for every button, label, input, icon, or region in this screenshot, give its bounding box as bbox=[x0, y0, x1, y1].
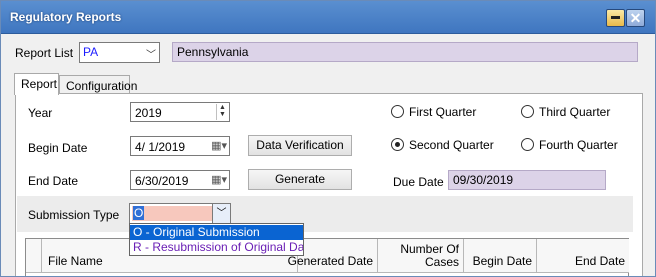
calendar-icon[interactable]: ▦▾ bbox=[211, 173, 227, 186]
end-date-label: End Date bbox=[28, 174, 79, 188]
second-quarter-label: Second Quarter bbox=[409, 138, 494, 152]
column-label-file-name: File Name bbox=[48, 254, 103, 268]
column-label-end-date: End Date bbox=[574, 254, 625, 268]
window-title: Regulatory Reports bbox=[10, 10, 122, 24]
close-icon[interactable]: ✕ bbox=[626, 9, 645, 27]
radio-first-quarter[interactable] bbox=[391, 105, 404, 118]
year-stepper[interactable]: 2019 ▲ ▼ bbox=[130, 102, 230, 122]
state-name-field: Pennsylvania bbox=[172, 42, 638, 62]
report-list-select[interactable]: PA ﹀ bbox=[79, 42, 160, 63]
begin-date-label: Begin Date bbox=[28, 141, 88, 155]
spin-arrows-icon[interactable]: ▲ ▼ bbox=[216, 104, 228, 120]
radio-third-quarter[interactable] bbox=[521, 105, 534, 118]
report-list-label: Report List bbox=[15, 46, 74, 60]
column-header-end-date[interactable]: End Date bbox=[537, 239, 629, 273]
data-verification-label: Data Verification bbox=[256, 138, 344, 152]
due-date-label: Due Date bbox=[393, 175, 444, 189]
column-header-number-of-cases[interactable]: Number Of Cases bbox=[378, 239, 464, 273]
generate-button[interactable]: Generate bbox=[248, 169, 352, 190]
dropdown-option-original[interactable]: O - Original Submission bbox=[130, 225, 303, 240]
state-name-value: Pennsylvania bbox=[177, 45, 249, 59]
end-date-value: 6/30/2019 bbox=[135, 174, 189, 188]
chevron-down-icon[interactable]: ﹀ bbox=[212, 204, 230, 223]
begin-date-value: 4/ 1/2019 bbox=[135, 140, 186, 154]
begin-date-picker[interactable]: 4/ 1/2019 ▦▾ bbox=[130, 136, 230, 156]
chevron-down-icon: ﹀ bbox=[146, 50, 156, 61]
column-header-begin-date[interactable]: Begin Date bbox=[464, 239, 537, 273]
regulatory-reports-window: Regulatory Reports ✕ Report List PA ﹀ Pe… bbox=[0, 0, 656, 277]
row-header-column bbox=[26, 239, 42, 273]
third-quarter-label: Third Quarter bbox=[539, 105, 611, 119]
year-label: Year bbox=[28, 106, 53, 120]
end-date-picker[interactable]: 6/30/2019 ▦▾ bbox=[130, 170, 230, 190]
submission-type-dropdown-list: O - Original Submission R - Resubmission… bbox=[129, 223, 304, 256]
tab-report-label: Report bbox=[21, 77, 58, 91]
year-value: 2019 bbox=[135, 106, 162, 120]
reports-table: File Name Generated Date Number Of Cases… bbox=[25, 238, 629, 276]
column-label-number-of-cases: Number Of Cases bbox=[400, 242, 459, 269]
dropdown-option-resubmission[interactable]: R - Resubmission of Original Dat bbox=[130, 240, 303, 255]
tab-configuration-label: Configuration bbox=[66, 79, 138, 93]
submission-type-label: Submission Type bbox=[28, 208, 120, 222]
column-label-generated-date: Generated Date bbox=[287, 254, 373, 268]
due-date-value: 09/30/2019 bbox=[453, 173, 514, 187]
calendar-icon[interactable]: ▦▾ bbox=[211, 139, 227, 152]
tab-report[interactable]: Report bbox=[14, 73, 59, 95]
submission-type-select[interactable]: O ﹀ bbox=[129, 203, 231, 224]
data-verification-button[interactable]: Data Verification bbox=[248, 135, 352, 156]
report-list-value: PA bbox=[83, 45, 99, 59]
fourth-quarter-label: Fourth Quarter bbox=[539, 138, 618, 152]
radio-fourth-quarter[interactable] bbox=[521, 138, 534, 151]
submission-type-value: O bbox=[133, 206, 145, 220]
column-label-begin-date: Begin Date bbox=[472, 254, 532, 268]
first-quarter-label: First Quarter bbox=[409, 105, 477, 119]
minimize-icon[interactable] bbox=[606, 9, 625, 27]
tab-configuration[interactable]: Configuration bbox=[59, 75, 137, 95]
title-bar: Regulatory Reports ✕ bbox=[1, 1, 655, 34]
due-date-field: 09/30/2019 bbox=[448, 170, 606, 190]
radio-second-quarter[interactable] bbox=[391, 138, 404, 151]
generate-label: Generate bbox=[274, 172, 326, 186]
submission-type-input[interactable]: O bbox=[132, 206, 212, 221]
column-header-generated-date[interactable]: Generated Date bbox=[288, 239, 378, 273]
